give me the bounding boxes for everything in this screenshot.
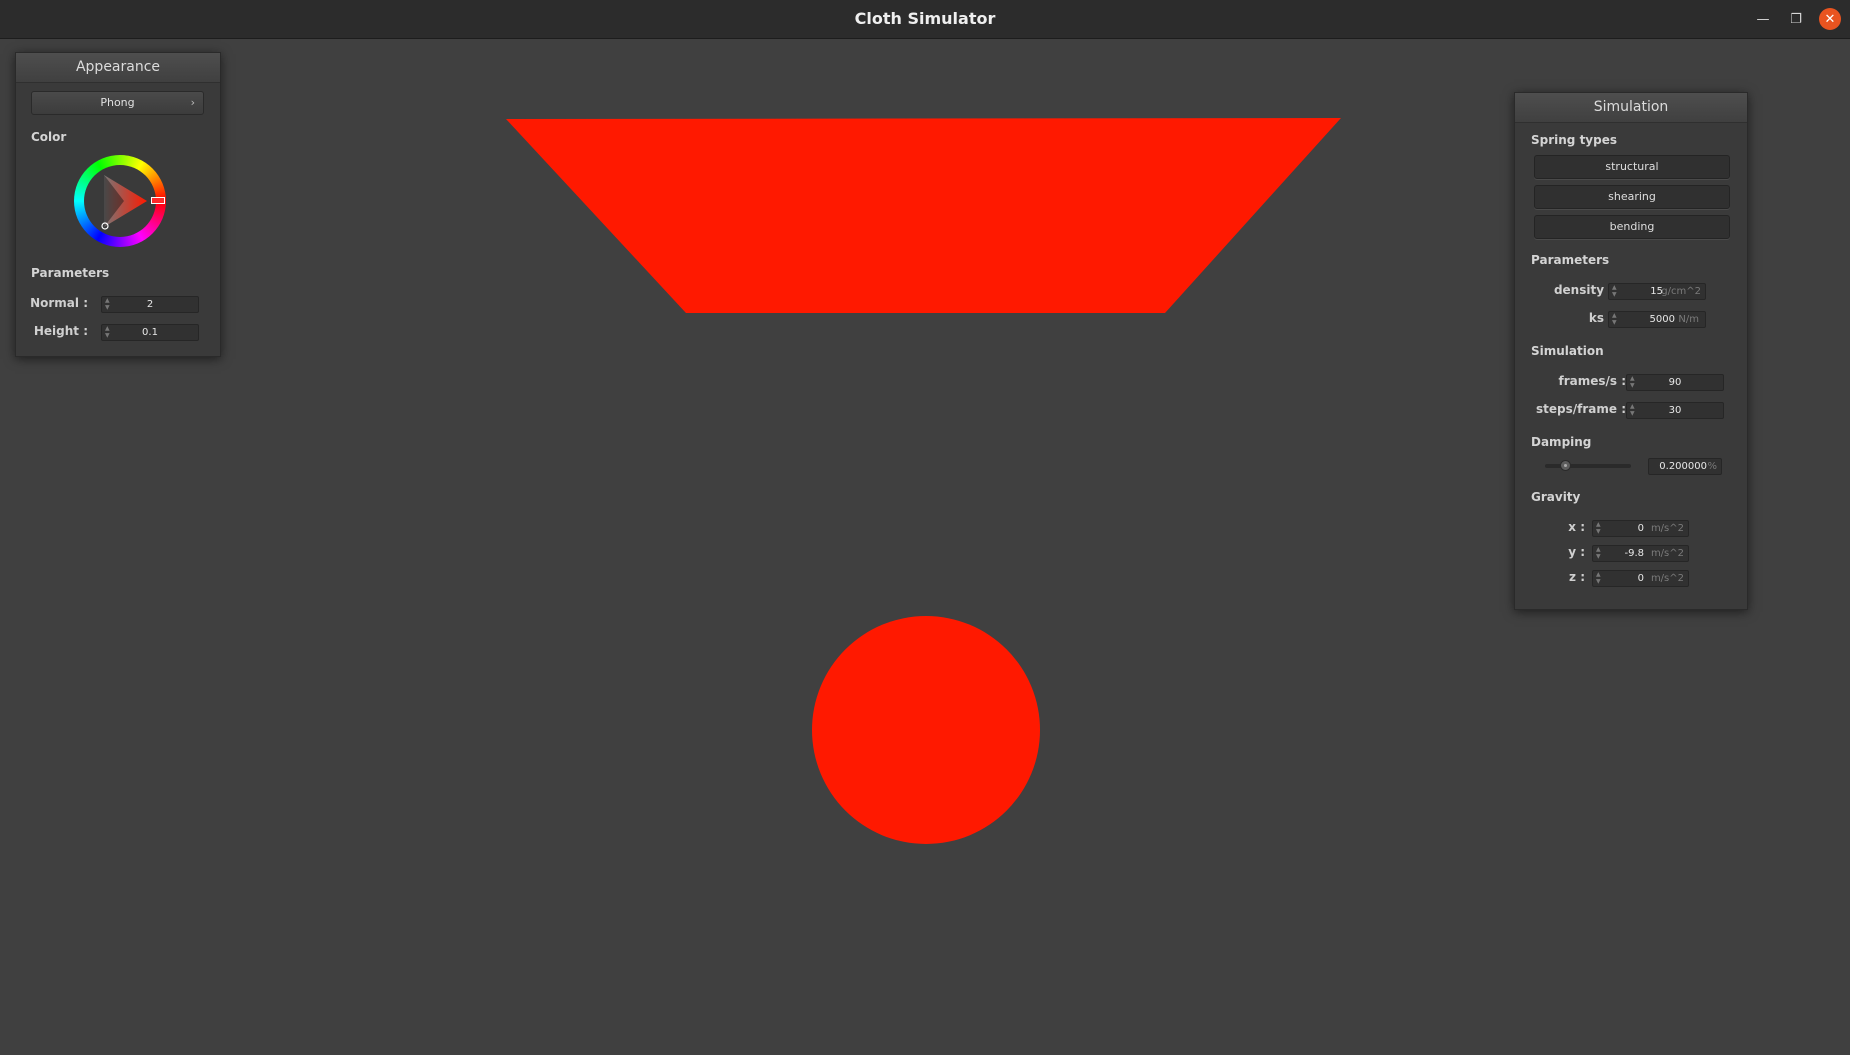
- gravity-x-label: x :: [1568, 520, 1585, 534]
- color-wheel[interactable]: [74, 155, 166, 247]
- chevron-right-icon: ›: [190, 96, 195, 109]
- damping-unit: %: [1707, 461, 1717, 472]
- hue-selector[interactable]: [151, 197, 165, 204]
- spring-types-label: Spring types: [1531, 133, 1618, 147]
- normal-value: 2: [146, 299, 154, 310]
- gravity-x-value: 0: [1637, 523, 1644, 534]
- gravity-y-unit: m/s^2: [1650, 548, 1684, 559]
- simulation-parameters-label: Parameters: [1531, 253, 1610, 267]
- appearance-parameters-label: Parameters: [31, 266, 110, 280]
- simulation-section-label: Simulation: [1531, 344, 1604, 358]
- fps-spinbox[interactable]: ▲ ▼ 90: [1626, 374, 1724, 391]
- damping-label: Damping: [1531, 435, 1592, 449]
- collision-sphere: [812, 616, 1040, 844]
- height-value: 0.1: [142, 327, 158, 338]
- ks-unit: N/m: [1678, 314, 1699, 325]
- appearance-panel: Appearance Phong › Color Parameters Norm…: [15, 52, 221, 357]
- gravity-z-value: 0: [1637, 573, 1644, 584]
- title-bar: Cloth Simulator — ❐ ✕: [0, 0, 1850, 39]
- shader-dropdown[interactable]: Phong ›: [31, 91, 204, 115]
- damping-field[interactable]: 0.200000 %: [1648, 458, 1722, 475]
- gravity-z-unit: m/s^2: [1650, 573, 1684, 584]
- simulation-panel: Simulation Spring types structural shear…: [1514, 92, 1748, 610]
- steps-label: steps/frame :: [1536, 402, 1626, 416]
- damping-slider[interactable]: [1545, 460, 1631, 471]
- normal-label: Normal :: [30, 296, 88, 310]
- simulation-panel-title: Simulation: [1515, 93, 1747, 123]
- spinner-arrows-icon[interactable]: ▲ ▼: [1596, 546, 1601, 560]
- shader-dropdown-label: Phong: [100, 96, 135, 109]
- gravity-z-label: z :: [1569, 570, 1585, 584]
- normal-spinbox[interactable]: ▲ ▼ 2: [101, 296, 199, 313]
- spinner-arrows-icon[interactable]: ▲ ▼: [1596, 571, 1601, 585]
- gravity-y-spinbox[interactable]: ▲ ▼ -9.8 m/s^2: [1592, 545, 1689, 562]
- maximize-icon[interactable]: ❐: [1785, 8, 1807, 30]
- appearance-panel-title: Appearance: [16, 53, 220, 83]
- bending-button[interactable]: bending: [1534, 215, 1730, 239]
- gravity-x-unit: m/s^2: [1650, 523, 1684, 534]
- damping-value: 0.200000: [1659, 461, 1707, 472]
- gravity-x-spinbox[interactable]: ▲ ▼ 0 m/s^2: [1592, 520, 1689, 537]
- ks-value: 5000: [1649, 314, 1675, 325]
- height-spinbox[interactable]: ▲ ▼ 0.1: [101, 324, 199, 341]
- spinner-arrows-icon[interactable]: ▲ ▼: [1596, 521, 1601, 535]
- gravity-y-label: y :: [1568, 545, 1585, 559]
- steps-value: 30: [1668, 405, 1682, 416]
- gravity-label: Gravity: [1531, 490, 1581, 504]
- fps-value: 90: [1668, 377, 1682, 388]
- color-label: Color: [31, 130, 67, 144]
- gravity-y-value: -9.8: [1624, 548, 1644, 559]
- shearing-button[interactable]: shearing: [1534, 185, 1730, 209]
- structural-button[interactable]: structural: [1534, 155, 1730, 179]
- steps-spinbox[interactable]: ▲ ▼ 30: [1626, 402, 1724, 419]
- ks-label: ks :: [1588, 311, 1613, 325]
- density-spinbox[interactable]: ▲ ▼ 15 g/cm^2: [1608, 283, 1706, 300]
- height-label: Height :: [33, 324, 88, 338]
- window-title: Cloth Simulator: [854, 9, 996, 28]
- density-label: density :: [1553, 283, 1613, 297]
- fps-label: frames/s :: [1558, 374, 1626, 388]
- damping-slider-handle[interactable]: [1560, 460, 1571, 471]
- density-unit: g/cm^2: [1661, 286, 1701, 297]
- gravity-z-spinbox[interactable]: ▲ ▼ 0 m/s^2: [1592, 570, 1689, 587]
- spinner-arrows-icon[interactable]: ▲ ▼: [1612, 312, 1617, 326]
- spinner-arrows-icon[interactable]: ▲ ▼: [1612, 284, 1617, 298]
- ks-spinbox[interactable]: ▲ ▼ 5000 N/m: [1608, 311, 1706, 328]
- minimize-icon[interactable]: —: [1752, 8, 1774, 30]
- close-icon[interactable]: ✕: [1819, 8, 1841, 30]
